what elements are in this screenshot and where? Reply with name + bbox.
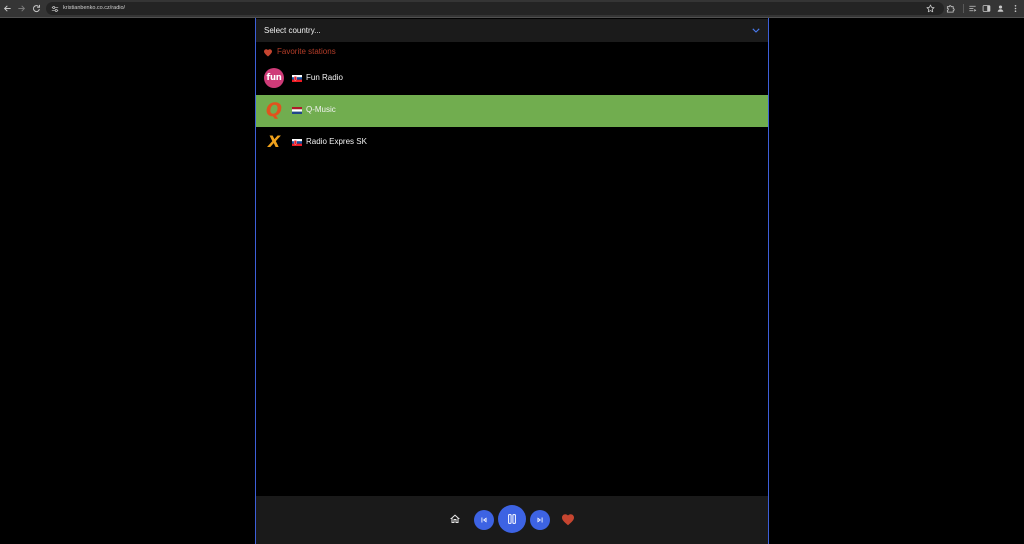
- toolbar-divider: [963, 4, 964, 13]
- pause-icon: [508, 514, 516, 524]
- q-music-logo: Q: [265, 99, 283, 121]
- forward-arrow-icon[interactable]: [17, 4, 26, 13]
- address-bar[interactable]: kristianbenko.co.cz/radio/: [46, 2, 944, 15]
- extensions-icon[interactable]: [946, 4, 955, 13]
- country-select[interactable]: Select country...: [256, 19, 768, 42]
- favorites-heading: Favorite stations: [277, 47, 336, 56]
- fun-radio-logo-text: fun: [266, 73, 282, 83]
- home-icon[interactable]: [449, 513, 461, 525]
- station-item-fun-radio[interactable]: fun Fun Radio: [256, 63, 768, 95]
- station-item-radio-expres[interactable]: X Radio Expres SK: [256, 127, 768, 159]
- radio-app-panel: Select country... Favorite stations fun …: [255, 18, 769, 544]
- bookmark-star-icon[interactable]: [926, 4, 935, 13]
- profile-icon[interactable]: [996, 4, 1005, 13]
- skip-previous-icon: [481, 517, 487, 523]
- slovakia-flag-icon: [292, 139, 302, 146]
- more-menu-icon[interactable]: [1011, 4, 1020, 13]
- country-select-placeholder: Select country...: [264, 26, 321, 35]
- next-station-button[interactable]: [530, 510, 550, 530]
- chevron-down-icon: [752, 28, 760, 33]
- site-settings-icon[interactable]: [51, 5, 59, 13]
- station-name: Fun Radio: [306, 73, 343, 82]
- favorite-heart-icon[interactable]: [562, 514, 574, 526]
- url-text[interactable]: kristianbenko.co.cz/radio/: [63, 2, 125, 15]
- station-name: Radio Expres SK: [306, 137, 367, 146]
- player-bar: [256, 496, 768, 544]
- reload-icon[interactable]: [32, 4, 41, 13]
- radio-expres-logo: X: [267, 132, 281, 151]
- back-arrow-icon[interactable]: [3, 4, 12, 13]
- skip-next-icon: [537, 517, 543, 523]
- station-item-q-music[interactable]: Q Q-Music: [256, 95, 768, 127]
- station-name: Q-Music: [306, 105, 336, 114]
- side-panel-icon[interactable]: [982, 4, 991, 13]
- previous-station-button[interactable]: [474, 510, 494, 530]
- media-controls-icon[interactable]: [968, 4, 977, 13]
- slovakia-flag-icon: [292, 75, 302, 82]
- browser-toolbar: kristianbenko.co.cz/radio/: [0, 0, 1024, 18]
- netherlands-flag-icon: [292, 107, 302, 114]
- fun-radio-logo: fun: [264, 68, 284, 88]
- heart-icon: [264, 48, 272, 57]
- play-pause-button[interactable]: [498, 505, 526, 533]
